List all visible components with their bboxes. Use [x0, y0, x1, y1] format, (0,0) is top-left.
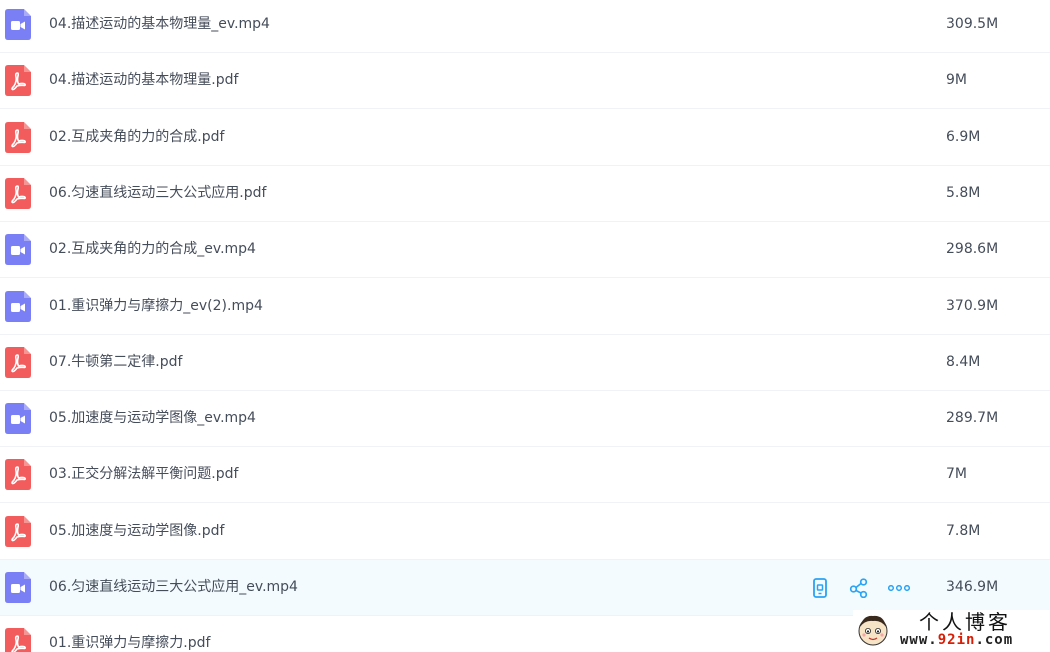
file-row[interactable]: 05.加速度与运动学图像_ev.mp4 289.7M	[0, 391, 1050, 448]
file-name[interactable]: 03.正交分解法解平衡问题.pdf	[49, 464, 238, 484]
file-name[interactable]: 06.匀速直线运动三大公式应用_ev.mp4	[49, 577, 298, 597]
more-icon[interactable]	[885, 574, 913, 602]
pdf-file-icon	[5, 177, 31, 209]
file-row[interactable]: 02.互成夹角的力的合成.pdf 6.9M	[0, 110, 1050, 166]
file-name[interactable]: 01.重识弹力与摩擦力.pdf	[49, 633, 210, 652]
pdf-file-icon	[5, 515, 31, 547]
file-size: 309.5M	[946, 16, 999, 32]
file-list: 04.描述运动的基本物理量_ev.mp4 309.5M 04.描述运动的基本物理量.…	[0, 0, 1050, 652]
video-file-icon	[5, 572, 31, 603]
file-size: 6.9M	[946, 128, 981, 145]
mobile-phone-icon[interactable]	[806, 574, 834, 602]
file-size: 8.4M	[946, 353, 981, 370]
pdf-file-icon	[5, 65, 31, 97]
file-row[interactable]: 06.匀速直线运动三大公式应用_ev.mp4 346.9M	[0, 560, 1050, 616]
file-row[interactable]: 03.正交分解法解平衡问题.pdf 7M	[0, 447, 1050, 504]
cartoon-avatar-icon	[855, 612, 891, 648]
file-size: 298.6M	[946, 241, 999, 258]
file-size: 346.9M	[946, 579, 999, 595]
video-file-icon	[5, 9, 31, 40]
watermark-url-prefix: www.	[900, 632, 938, 648]
watermark-url-accent: 92in	[937, 632, 976, 648]
file-size: 289.7M	[946, 410, 999, 427]
file-name[interactable]: 02.互成夹角的力的合成_ev.mp4	[49, 239, 256, 259]
file-name[interactable]: 05.加速度与运动学图像_ev.mp4	[49, 408, 256, 428]
file-row[interactable]: 04.描述运动的基本物理量_ev.mp4 309.5M	[0, 0, 1050, 53]
pdf-file-icon	[5, 628, 31, 652]
file-name[interactable]: 06.匀速直线运动三大公式应用.pdf	[49, 183, 266, 203]
file-row[interactable]: 05.加速度与运动学图像.pdf 7.8M	[0, 504, 1050, 560]
file-name[interactable]: 02.互成夹角的力的合成.pdf	[49, 127, 224, 147]
pdf-file-icon	[5, 121, 31, 153]
file-size: 370.9M	[946, 297, 999, 314]
share-icon[interactable]	[845, 574, 873, 602]
watermark-url: www.92in.com	[900, 631, 1013, 649]
file-size: 5.8M	[946, 184, 981, 201]
watermark: 个人博客 www.92in.com	[853, 610, 1050, 652]
file-row[interactable]: 07.牛顿第二定律.pdf 8.4M	[0, 335, 1050, 391]
file-row[interactable]: 02.互成夹角的力的合成_ev.mp4 298.6M	[0, 222, 1050, 279]
pdf-file-icon	[5, 346, 31, 378]
video-file-icon	[5, 403, 31, 435]
pdf-file-icon	[5, 459, 31, 491]
video-file-icon	[5, 290, 31, 322]
file-size: 9M	[946, 72, 967, 89]
file-size: 7M	[946, 466, 967, 483]
watermark-url-suffix: .com	[975, 632, 1014, 648]
file-row[interactable]: 06.匀速直线运动三大公式应用.pdf 5.8M	[0, 166, 1050, 222]
file-name[interactable]: 07.牛顿第二定律.pdf	[49, 352, 182, 372]
file-name[interactable]: 05.加速度与运动学图像.pdf	[49, 521, 224, 541]
file-row[interactable]: 01.重识弹力与摩擦力_ev(2).mp4 370.9M	[0, 279, 1050, 335]
file-name[interactable]: 01.重识弹力与摩擦力_ev(2).mp4	[49, 296, 263, 316]
file-name[interactable]: 04.描述运动的基本物理量.pdf	[49, 70, 238, 90]
file-row[interactable]: 04.描述运动的基本物理量.pdf 9M	[0, 53, 1050, 110]
video-file-icon	[5, 234, 31, 266]
file-size: 7.8M	[946, 522, 981, 539]
file-name[interactable]: 04.描述运动的基本物理量_ev.mp4	[49, 14, 270, 34]
